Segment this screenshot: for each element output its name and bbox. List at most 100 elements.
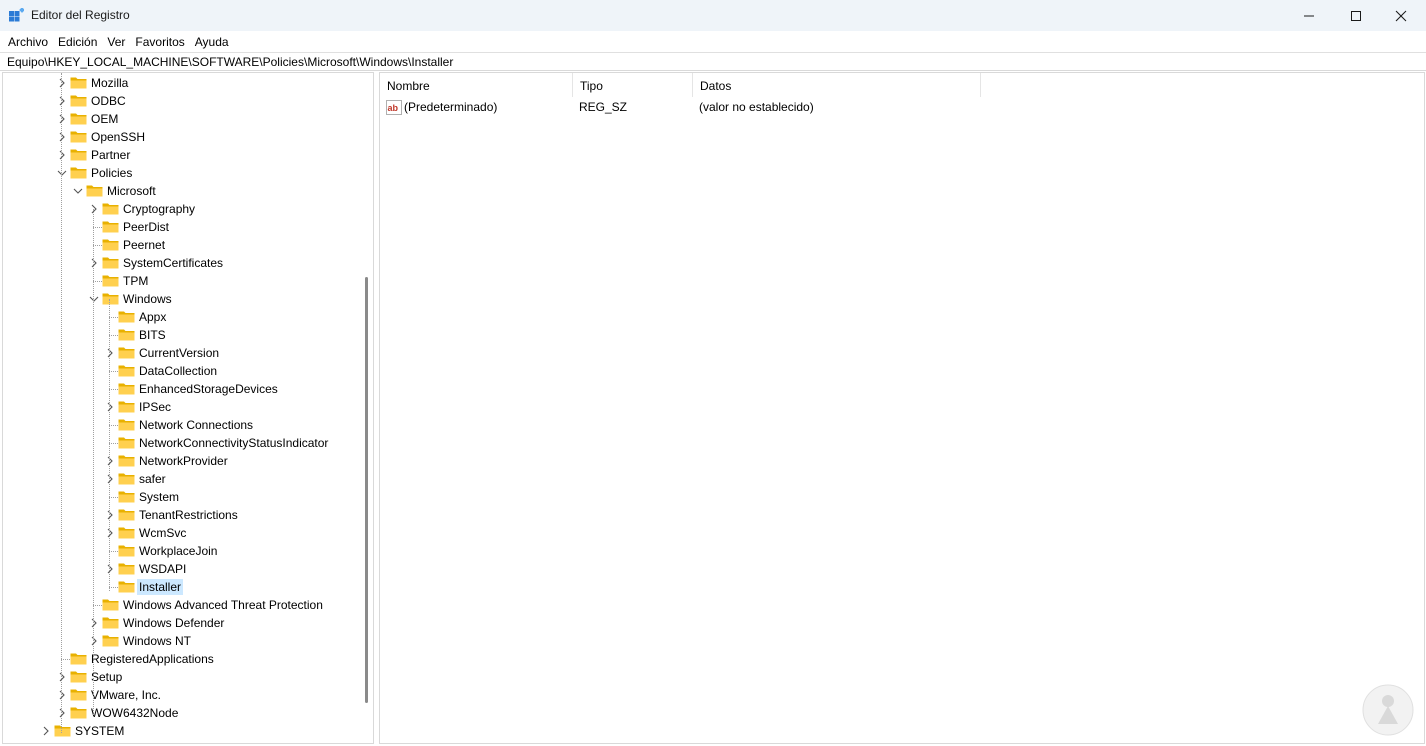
folder-icon: [118, 491, 135, 503]
tree-item-label: SYSTEM: [75, 724, 125, 738]
tree-item[interactable]: TPM: [3, 272, 373, 290]
tree-item[interactable]: Windows NT: [3, 632, 373, 650]
tree-item-label: Partner: [91, 148, 131, 162]
tree-item[interactable]: Microsoft: [3, 182, 373, 200]
address-bar[interactable]: Equipo\HKEY_LOCAL_MACHINE\SOFTWARE\Polic…: [0, 52, 1426, 71]
chevron-right-icon[interactable]: [105, 473, 115, 485]
tree-item[interactable]: WcmSvc: [3, 524, 373, 542]
tree-item[interactable]: Network Connections: [3, 416, 373, 434]
folder-icon: [102, 293, 119, 305]
tree-item-label: Installer: [137, 579, 184, 595]
tree-item[interactable]: VMware, Inc.: [3, 686, 373, 704]
chevron-right-icon[interactable]: [57, 707, 67, 719]
tree-connector: [93, 227, 102, 228]
tree-item[interactable]: TenantRestrictions: [3, 506, 373, 524]
values-list-pane[interactable]: Nombre Tipo Datos ab (Predeterminado) RE…: [379, 72, 1425, 744]
folder-icon: [102, 275, 119, 287]
column-nombre[interactable]: Nombre: [380, 73, 573, 97]
tree-item[interactable]: PeerDist: [3, 218, 373, 236]
minimize-button[interactable]: [1286, 0, 1332, 31]
folder-icon: [102, 257, 119, 269]
tree-item[interactable]: OEM: [3, 110, 373, 128]
tree-item[interactable]: Peernet: [3, 236, 373, 254]
tree-item[interactable]: EnhancedStorageDevices: [3, 380, 373, 398]
folder-icon: [118, 365, 135, 377]
tree-item[interactable]: Windows Defender: [3, 614, 373, 632]
tree-item[interactable]: safer: [3, 470, 373, 488]
folder-icon: [70, 671, 87, 683]
tree-item[interactable]: WOW6432Node: [3, 704, 373, 722]
tree-item[interactable]: NetworkConnectivityStatusIndicator: [3, 434, 373, 452]
tree-item[interactable]: IPSec: [3, 398, 373, 416]
tree-item[interactable]: Windows: [3, 290, 373, 308]
chevron-right-icon[interactable]: [57, 77, 67, 89]
tree-item[interactable]: SYSTEM: [3, 722, 373, 740]
tree-item[interactable]: Mozilla: [3, 74, 373, 92]
tree-item[interactable]: BITS: [3, 326, 373, 344]
tree-item[interactable]: OpenSSH: [3, 128, 373, 146]
tree-item[interactable]: CurrentVersion: [3, 344, 373, 362]
tree-item[interactable]: Partner: [3, 146, 373, 164]
chevron-right-icon[interactable]: [57, 149, 67, 161]
tree-item[interactable]: Setup: [3, 668, 373, 686]
tree-item-label: safer: [139, 472, 166, 486]
tree-connector: [93, 281, 102, 282]
menu-archivo[interactable]: Archivo: [4, 35, 52, 49]
tree-item-label: Peernet: [123, 238, 166, 252]
folder-icon: [86, 185, 103, 197]
key-tree-pane[interactable]: Mozilla ODBC OEM OpenSSH Partner Policies Micr…: [2, 72, 374, 744]
chevron-down-icon[interactable]: [57, 167, 67, 179]
folder-icon: [102, 599, 119, 611]
value-type: REG_SZ: [579, 100, 628, 114]
column-datos[interactable]: Datos: [693, 73, 981, 97]
chevron-right-icon[interactable]: [89, 617, 99, 629]
menu-favoritos[interactable]: Favoritos: [131, 35, 188, 49]
chevron-right-icon[interactable]: [57, 95, 67, 107]
tree-item-label: Windows Advanced Threat Protection: [123, 598, 323, 612]
chevron-right-icon[interactable]: [105, 563, 115, 575]
tree-item-label: NetworkConnectivityStatusIndicator: [139, 436, 329, 450]
chevron-right-icon[interactable]: [89, 257, 99, 269]
chevron-down-icon[interactable]: [73, 185, 83, 197]
minimize-icon: [1304, 15, 1314, 16]
chevron-right-icon[interactable]: [105, 347, 115, 359]
menu-ayuda[interactable]: Ayuda: [191, 35, 233, 49]
menu-ver[interactable]: Ver: [103, 35, 129, 49]
tree-item[interactable]: System: [3, 488, 373, 506]
tree-item[interactable]: WorkplaceJoin: [3, 542, 373, 560]
maximize-button[interactable]: [1333, 0, 1379, 31]
tree-item[interactable]: Windows Advanced Threat Protection: [3, 596, 373, 614]
tree-item[interactable]: NetworkProvider: [3, 452, 373, 470]
chevron-right-icon[interactable]: [57, 131, 67, 143]
close-button[interactable]: [1378, 0, 1424, 31]
list-row[interactable]: ab (Predeterminado) REG_SZ (valor no est…: [380, 98, 980, 117]
tree-item-label: Network Connections: [139, 418, 254, 432]
chevron-right-icon[interactable]: [57, 671, 67, 683]
menu-edicion[interactable]: Edición: [54, 35, 101, 49]
tree-item[interactable]: RegisteredApplications: [3, 650, 373, 668]
maximize-icon: [1351, 10, 1361, 21]
chevron-right-icon[interactable]: [41, 725, 51, 737]
chevron-right-icon[interactable]: [105, 527, 115, 539]
tree-item-label: BITS: [139, 328, 166, 342]
chevron-down-icon[interactable]: [89, 293, 99, 305]
column-tipo[interactable]: Tipo: [573, 73, 693, 97]
tree-item[interactable]: Policies: [3, 164, 373, 182]
tree-item-label: DataCollection: [139, 364, 218, 378]
tree-item[interactable]: Cryptography: [3, 200, 373, 218]
chevron-right-icon[interactable]: [89, 635, 99, 647]
tree-item[interactable]: WSDAPI: [3, 560, 373, 578]
folder-icon: [118, 419, 135, 431]
chevron-right-icon[interactable]: [105, 401, 115, 413]
tree-item[interactable]: DataCollection: [3, 362, 373, 380]
tree-item[interactable]: SystemCertificates: [3, 254, 373, 272]
chevron-right-icon[interactable]: [105, 509, 115, 521]
tree-item-label: OpenSSH: [91, 130, 146, 144]
chevron-right-icon[interactable]: [89, 203, 99, 215]
tree-item[interactable]: Installer: [3, 578, 373, 596]
tree-item[interactable]: Appx: [3, 308, 373, 326]
chevron-right-icon[interactable]: [57, 113, 67, 125]
chevron-right-icon[interactable]: [57, 689, 67, 701]
chevron-right-icon[interactable]: [105, 455, 115, 467]
tree-item[interactable]: ODBC: [3, 92, 373, 110]
